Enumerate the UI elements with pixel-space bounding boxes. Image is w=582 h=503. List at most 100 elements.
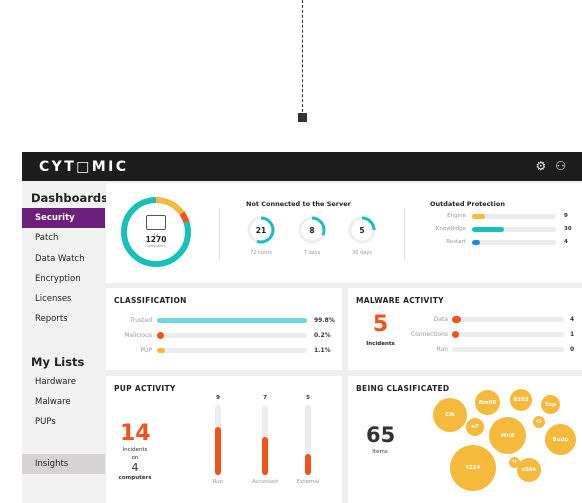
sidebar-item-encryption[interactable]: Encryption (22, 269, 105, 289)
bubble-label: t2 (536, 419, 542, 425)
sidebar-item-licenses[interactable]: Licenses (22, 289, 105, 309)
not-connected-label: 72 hours (249, 250, 272, 256)
sidebar-item-security[interactable]: Security (22, 208, 105, 229)
being-classified-card: BEING CLASIFICATED 65 Items Clk Rm06 8202 S… (348, 376, 582, 503)
sidebar-item-pups[interactable]: PUPs (22, 412, 105, 432)
bubble-label: n7 (471, 424, 479, 430)
outdated-value: 4 (564, 239, 568, 245)
sidebar-heading-dashboards: Dashboards (31, 191, 108, 205)
bubble-label: 8202 (513, 397, 529, 403)
bubble-label: Wn8 (500, 432, 515, 439)
dashed-connector-line (302, 0, 303, 112)
pup-bar-label: Run (212, 479, 224, 485)
malware-row-label: Connections (410, 331, 448, 338)
sidebar-item-insights[interactable]: Insights (22, 453, 105, 474)
outdated-protection-title: Outdated Protection (430, 200, 505, 208)
app-window: CYT□MIC ⚙ ⚇ Dashboards Security Patch Da… (22, 152, 582, 503)
malware-row-label: Run (436, 346, 448, 353)
bubble: x56k (517, 458, 541, 482)
classification-bar (157, 318, 307, 323)
sidebar-item-reports[interactable]: Reports (22, 309, 105, 329)
pup-incidents-label: Incidents (122, 447, 148, 453)
malware-row-value: 4 (570, 316, 575, 323)
classification-label: PUP (140, 347, 152, 354)
pup-computers-label: computers (118, 475, 152, 481)
bubble-label: Clk (445, 412, 455, 418)
being-classified-label: Items (372, 449, 388, 455)
computers-ring (121, 197, 191, 267)
pup-incidents-count: 14 (120, 421, 151, 446)
bubble-label: Szp (544, 401, 557, 408)
malware-row-value: 1 (570, 331, 575, 338)
outdated-value: 9 (564, 213, 568, 219)
pup-bar-track (262, 405, 268, 475)
malware-row-value: 0 (570, 346, 575, 353)
malware-activity-card: MALWARE ACTIVITY 5 Incidents Data 4 Connec… (348, 288, 582, 370)
bubble: Budp (545, 424, 576, 455)
bubble: t224 (450, 445, 496, 491)
sidebar-item-hardware[interactable]: Hardware (22, 372, 105, 392)
classification-card: CLASSIFICATION Trusted 99.8% Malicious 0.2%… (106, 288, 342, 370)
outdated-bar (472, 227, 504, 232)
not-connected-label: 30 days (352, 250, 372, 256)
pup-bar (305, 454, 311, 475)
malware-incidents-count: 5 (372, 312, 389, 337)
malware-row-label: Data (433, 316, 448, 323)
not-connected-title: Not Connected to the Server (246, 200, 351, 208)
sidebar-item-patch[interactable]: Patch (22, 228, 105, 248)
classification-track (157, 332, 307, 339)
user-icon[interactable]: ⚇ (555, 159, 566, 173)
malware-track (452, 316, 564, 323)
outdated-track (472, 214, 556, 219)
bubble: 8202 (510, 389, 532, 411)
bubble: t2 (533, 416, 545, 428)
classification-label: Malicious (124, 332, 152, 339)
classification-value: 1.1% (314, 347, 331, 354)
divider (404, 208, 405, 260)
malware-incidents-label: Incidents (366, 341, 395, 347)
bubble-label: x56k (521, 467, 537, 473)
connector-node (298, 113, 307, 122)
malware-bar (452, 331, 459, 338)
pup-bar-label: External (296, 479, 320, 485)
classification-title: CLASSIFICATION (114, 296, 187, 305)
computers-label: Computers (146, 244, 166, 248)
bubble: Szp (541, 395, 560, 414)
pup-bar-track (215, 405, 221, 475)
outdated-bar (472, 214, 486, 219)
outdated-track (472, 240, 556, 245)
bubble: n7 (466, 418, 484, 436)
pup-bar-value: 9 (216, 395, 220, 401)
pup-bar-value: 7 (263, 395, 267, 401)
classification-label: Trusted (129, 317, 152, 324)
bubble: Rm06 (475, 390, 500, 415)
malware-bar (452, 316, 461, 323)
being-classified-count: 65 (366, 423, 396, 447)
malware-activity-title: MALWARE ACTIVITY (356, 296, 444, 305)
settings-icon[interactable]: ⚙ (535, 159, 546, 173)
computers-count: 1270 (145, 235, 167, 244)
outdated-bar (472, 240, 480, 245)
classification-bar (157, 348, 165, 353)
outdated-label: Knowledge (435, 226, 466, 232)
brand-logo: CYT□MIC (39, 159, 129, 175)
classification-track (157, 318, 307, 323)
pup-bar-track (305, 405, 311, 475)
bubble-label: Rm06 (478, 399, 497, 406)
sidebar-item-malware[interactable]: Malware (22, 392, 105, 412)
being-classified-title: BEING CLASIFICATED (356, 384, 450, 393)
pup-computers-count: 4 (131, 461, 139, 474)
top-bar: CYT□MIC ⚙ ⚇ (22, 152, 582, 181)
classification-track (157, 348, 307, 353)
bubble: Clk (433, 398, 467, 432)
summary-card: 14 1270 Computers Not Connected to the S… (106, 183, 582, 283)
sidebar-item-data-watch[interactable]: Data Watch (22, 249, 105, 269)
not-connected-label: 7 days (303, 250, 321, 256)
outdated-track (472, 227, 556, 232)
bubble-label: Budp (552, 436, 569, 443)
pup-bar-value: 5 (306, 395, 310, 401)
bubble: Wn8 (489, 417, 526, 454)
bubble-label: t224 (465, 465, 481, 471)
bubble-label: tt (512, 460, 517, 465)
not-connected-value: 21 (255, 226, 267, 235)
